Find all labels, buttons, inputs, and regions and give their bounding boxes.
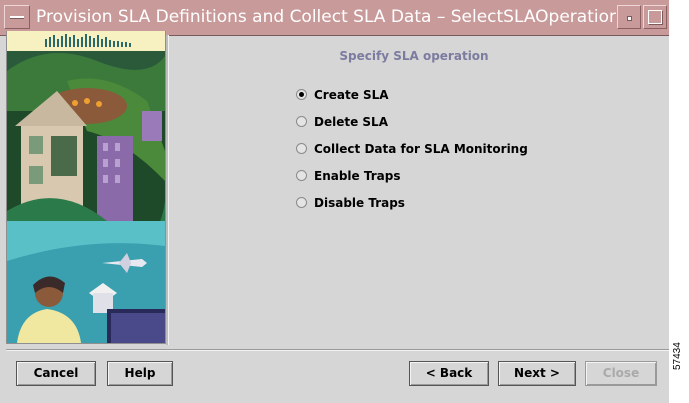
radio-unselected-icon[interactable] (296, 143, 307, 154)
dialog-window: Provision SLA Definitions and Collect SL… (0, 0, 669, 403)
radio-unselected-icon[interactable] (296, 170, 307, 181)
figure-reference-number: 57434 (672, 342, 683, 370)
maximize-icon[interactable] (643, 5, 667, 29)
option-label[interactable]: Delete SLA (314, 114, 388, 130)
button-bar-separator (6, 349, 669, 351)
option-label[interactable]: Create SLA (314, 87, 389, 103)
option-label[interactable]: Enable Traps (314, 168, 400, 184)
minimize-icon[interactable] (617, 5, 641, 29)
window-menu-icon[interactable] (4, 5, 30, 29)
panel-divider (166, 35, 169, 345)
radio-unselected-icon[interactable] (296, 197, 307, 208)
close-button: Close (585, 361, 657, 386)
radio-unselected-icon[interactable] (296, 116, 307, 127)
back-button[interactable]: < Back (409, 361, 489, 386)
cancel-button[interactable]: Cancel (16, 361, 96, 386)
radio-selected-icon[interactable] (296, 89, 307, 100)
next-button[interactable]: Next > (498, 361, 576, 386)
page-heading: Specify SLA operation (339, 49, 489, 63)
option-label[interactable]: Disable Traps (314, 195, 405, 211)
help-button[interactable]: Help (107, 361, 173, 386)
option-label[interactable]: Collect Data for SLA Monitoring (314, 141, 528, 157)
wizard-illustration (6, 31, 166, 344)
window-title: Provision SLA Definitions and Collect SL… (36, 7, 616, 27)
